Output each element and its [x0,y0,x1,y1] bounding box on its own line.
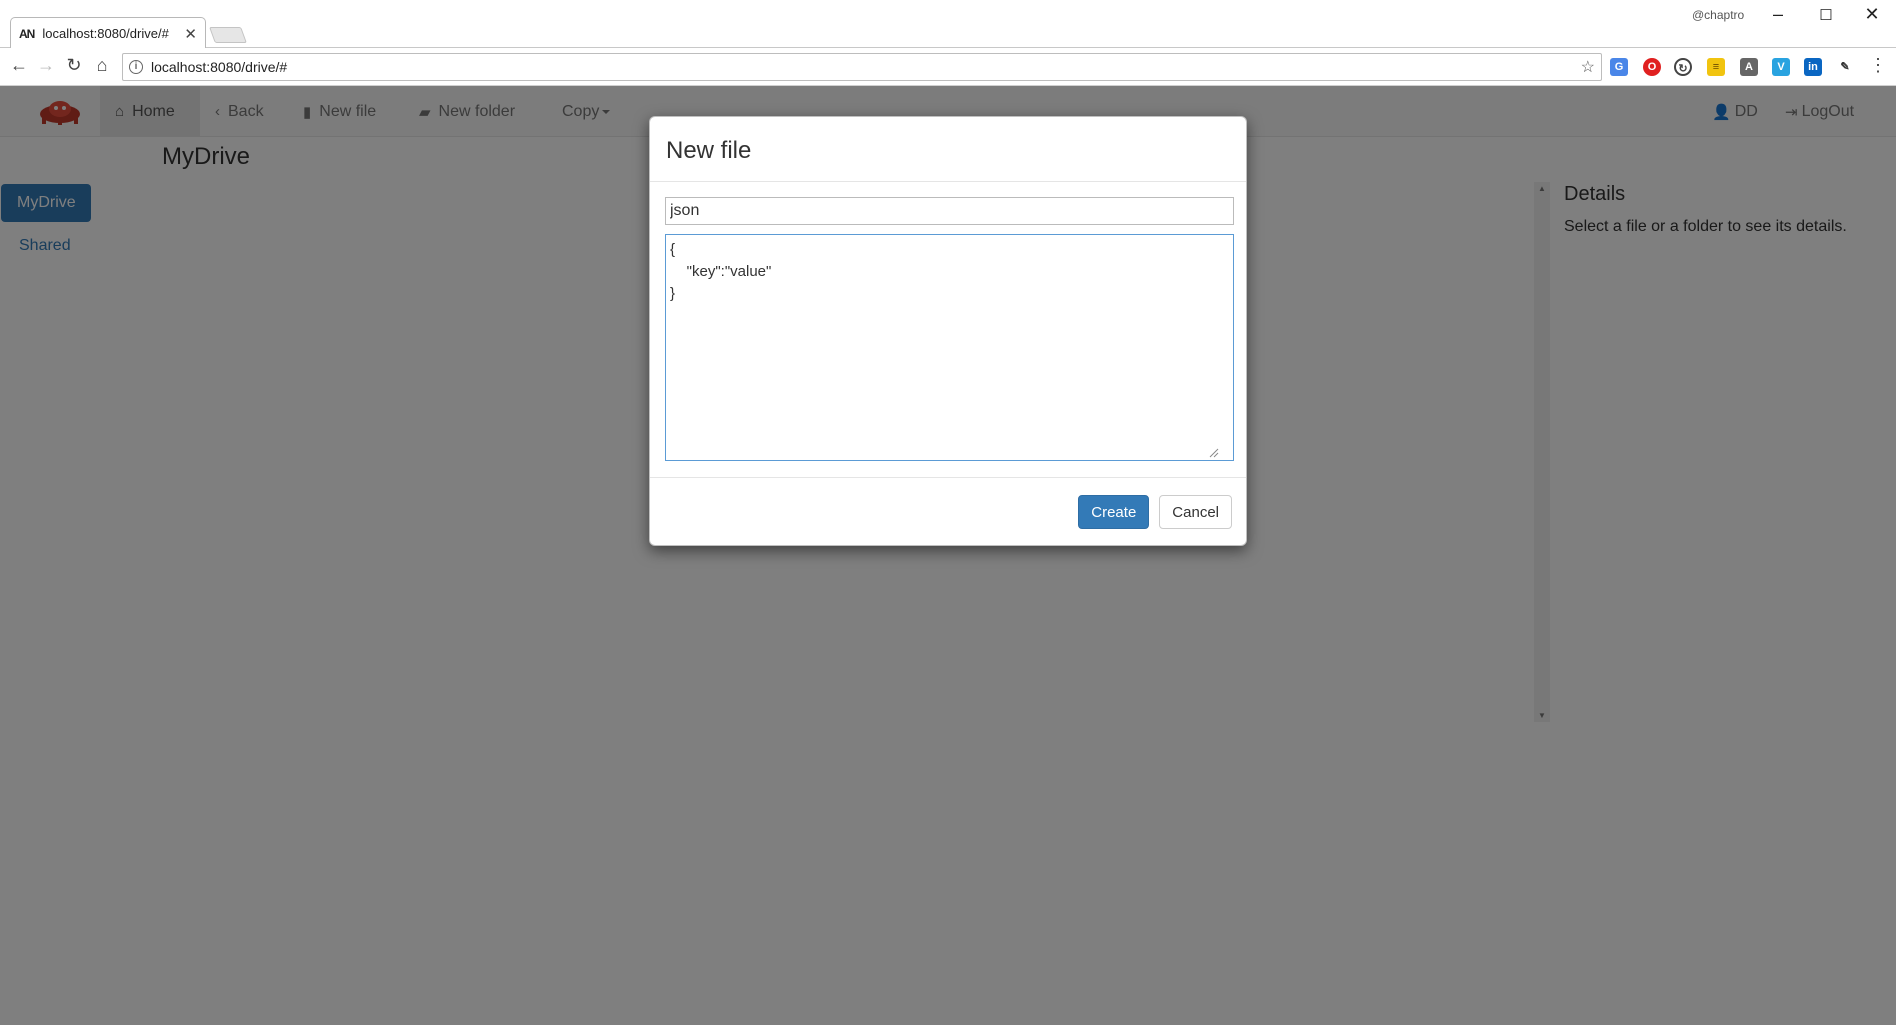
browser-tab-bar: AN localhost:8080/drive/# ✕ @chaptro – ☐… [0,0,1896,49]
file-content-textarea[interactable]: { "key":"value" } [665,234,1234,461]
tab-title: localhost:8080/drive/# [42,26,169,41]
address-bar[interactable]: i localhost:8080/drive/# ☆ [122,53,1602,81]
modal-title: New file [666,137,752,164]
new-file-modal: New file { "key":"value" } Create Cancel [649,116,1247,546]
minimize-icon[interactable]: – [1758,4,1798,25]
home-browser-icon[interactable]: ⌂ [90,55,114,76]
close-window-icon[interactable]: ✕ [1852,4,1892,25]
new-tab-button[interactable] [209,27,247,43]
modal-body: { "key":"value" } [650,182,1246,478]
linkedin-extension-icon[interactable]: in [1804,58,1822,76]
opera-extension-icon[interactable]: O [1643,58,1661,76]
modal-footer: Create Cancel [650,478,1246,546]
profile-name[interactable]: @chaptro [1692,8,1744,22]
address-url: localhost:8080/drive/# [151,59,288,75]
eyedropper-extension-icon[interactable]: ✎ [1836,58,1854,76]
resize-grip-icon[interactable] [1209,448,1219,458]
forward-arrow-icon[interactable]: → [34,55,58,76]
close-tab-icon[interactable]: ✕ [184,25,197,43]
create-button[interactable]: Create [1078,495,1150,529]
favicon-icon: AN [19,26,35,41]
modal-header: New file [650,117,1246,182]
sync-extension-icon[interactable]: ↻ [1674,58,1692,76]
bookmark-star-icon[interactable]: ☆ [1581,57,1595,77]
notes-extension-icon[interactable]: ≡ [1707,58,1725,76]
file-name-input[interactable] [665,197,1234,225]
menu-dots-icon[interactable]: ⋮ [1866,55,1890,76]
maximize-icon[interactable]: ☐ [1806,6,1846,24]
browser-tab[interactable]: AN localhost:8080/drive/# ✕ [10,17,206,49]
cancel-button[interactable]: Cancel [1159,495,1232,529]
v-extension-icon[interactable]: V [1772,58,1790,76]
back-arrow-icon[interactable]: ← [7,55,31,76]
translate-extension-icon[interactable]: G [1610,58,1628,76]
angular-extension-icon[interactable]: A [1740,58,1758,76]
reload-icon[interactable]: ↻ [62,55,86,76]
info-icon[interactable]: i [129,60,143,74]
browser-toolbar: ← → ↻ ⌂ i localhost:8080/drive/# ☆ G O ↻… [0,48,1896,86]
